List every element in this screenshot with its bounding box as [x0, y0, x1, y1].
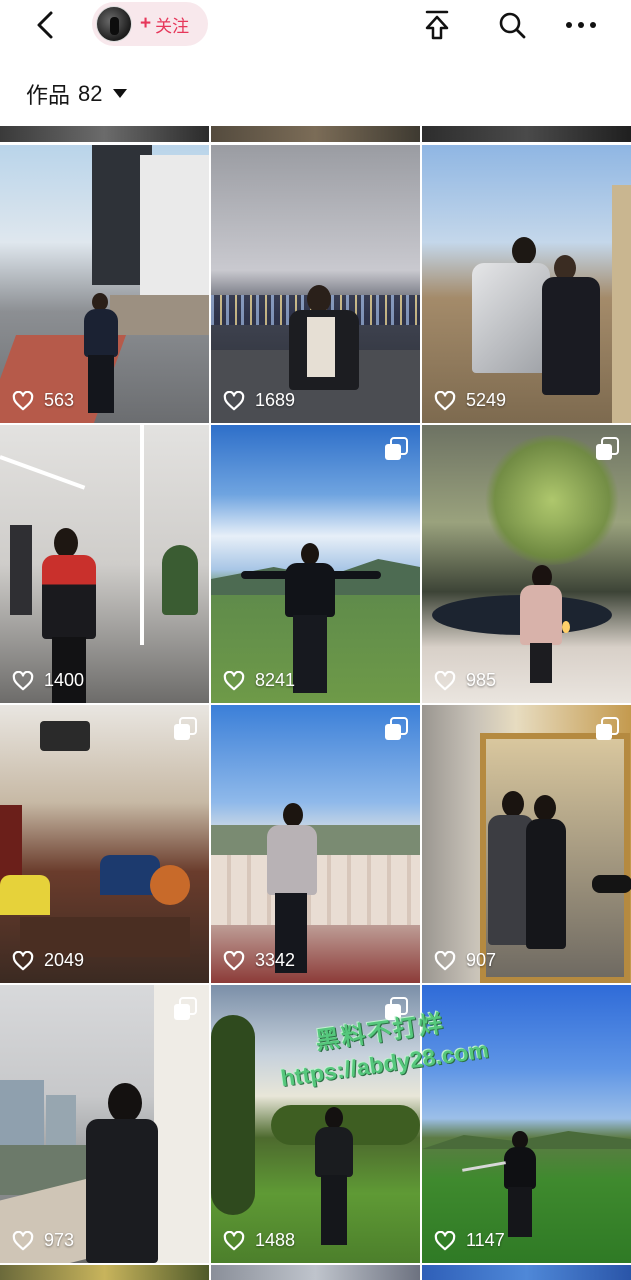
more-icon [566, 22, 596, 28]
heart-icon [223, 950, 245, 970]
top-bar: + 关注 [0, 0, 631, 52]
back-button[interactable] [30, 10, 60, 40]
post-thumbnail[interactable]: 8241 [211, 425, 420, 703]
heart-icon [434, 1230, 456, 1250]
like-count-value: 2049 [44, 950, 85, 970]
like-count: 8241 [223, 670, 295, 691]
search-button[interactable] [495, 8, 529, 42]
back-icon [37, 11, 53, 39]
like-count-value: 1400 [44, 670, 85, 690]
post-thumbnail-partial[interactable] [211, 1265, 420, 1280]
multi-image-icon [385, 717, 408, 740]
more-button[interactable] [564, 8, 598, 42]
heart-icon [434, 950, 456, 970]
post-thumbnail[interactable]: 3342 [211, 705, 420, 983]
post-thumbnail[interactable]: 1147 [422, 985, 631, 1263]
like-count: 1689 [223, 390, 295, 411]
heart-icon [223, 1230, 245, 1250]
like-count-value: 1689 [255, 390, 296, 410]
works-count: 82 [78, 81, 103, 106]
like-count: 1400 [12, 670, 84, 691]
heart-icon [223, 390, 245, 410]
multi-image-icon [174, 717, 197, 740]
multi-image-icon [596, 437, 619, 460]
like-count: 5249 [434, 390, 506, 411]
like-count-value: 5249 [466, 390, 507, 410]
post-thumbnail[interactable]: 2049 [0, 705, 209, 983]
post-thumbnail-partial[interactable] [0, 126, 209, 142]
multi-image-icon [385, 437, 408, 460]
follow-label: 关注 [155, 16, 190, 36]
heart-icon [223, 670, 245, 690]
like-count: 3342 [223, 950, 295, 971]
post-thumbnail[interactable]: 973 [0, 985, 209, 1263]
multi-image-icon [385, 997, 408, 1020]
like-count: 563 [12, 390, 74, 411]
caret-down-icon [112, 89, 127, 98]
like-count: 1488 [223, 1230, 295, 1251]
like-count: 1147 [434, 1230, 505, 1251]
user-follow-pill[interactable]: + 关注 [92, 2, 208, 46]
like-count-value: 3342 [255, 950, 296, 970]
search-icon [499, 12, 526, 39]
post-thumbnail-partial[interactable] [422, 126, 631, 142]
post-thumbnail[interactable]: 563 [0, 145, 209, 423]
post-thumbnail[interactable]: 985 [422, 425, 631, 703]
like-count-value: 907 [466, 950, 497, 970]
follow-plus: + [140, 13, 152, 34]
post-thumbnail[interactable]: 907 [422, 705, 631, 983]
avatar[interactable] [96, 6, 132, 42]
post-thumbnail[interactable]: 1488 [211, 985, 420, 1263]
like-count-value: 1147 [466, 1230, 505, 1250]
like-count: 985 [434, 670, 496, 691]
share-button[interactable] [420, 8, 454, 42]
post-thumbnail-partial[interactable] [211, 126, 420, 142]
works-filter[interactable]: 作品 82 [26, 78, 127, 110]
like-count-value: 985 [466, 670, 497, 690]
post-thumbnail-partial[interactable] [0, 1265, 209, 1280]
like-count-value: 1488 [255, 1230, 296, 1250]
multi-image-icon [174, 997, 197, 1020]
post-thumbnail[interactable]: 1400 [0, 425, 209, 703]
like-count: 2049 [12, 950, 84, 971]
like-count-value: 563 [44, 390, 75, 410]
heart-icon [434, 390, 456, 410]
like-count: 973 [12, 1230, 74, 1251]
like-count-value: 8241 [255, 670, 296, 690]
post-thumbnail[interactable]: 5249 [422, 145, 631, 423]
share-icon [425, 10, 449, 40]
post-thumbnail[interactable]: 1689 [211, 145, 420, 423]
like-count: 907 [434, 950, 496, 971]
heart-icon [12, 1230, 34, 1250]
heart-icon [434, 670, 456, 690]
follow-button[interactable]: + 关注 [140, 12, 189, 37]
heart-icon [12, 670, 34, 690]
post-thumbnail-partial[interactable] [422, 1265, 631, 1280]
heart-icon [12, 390, 34, 410]
heart-icon [12, 950, 34, 970]
works-label: 作品 [26, 83, 71, 108]
like-count-value: 973 [44, 1230, 75, 1250]
multi-image-icon [596, 717, 619, 740]
